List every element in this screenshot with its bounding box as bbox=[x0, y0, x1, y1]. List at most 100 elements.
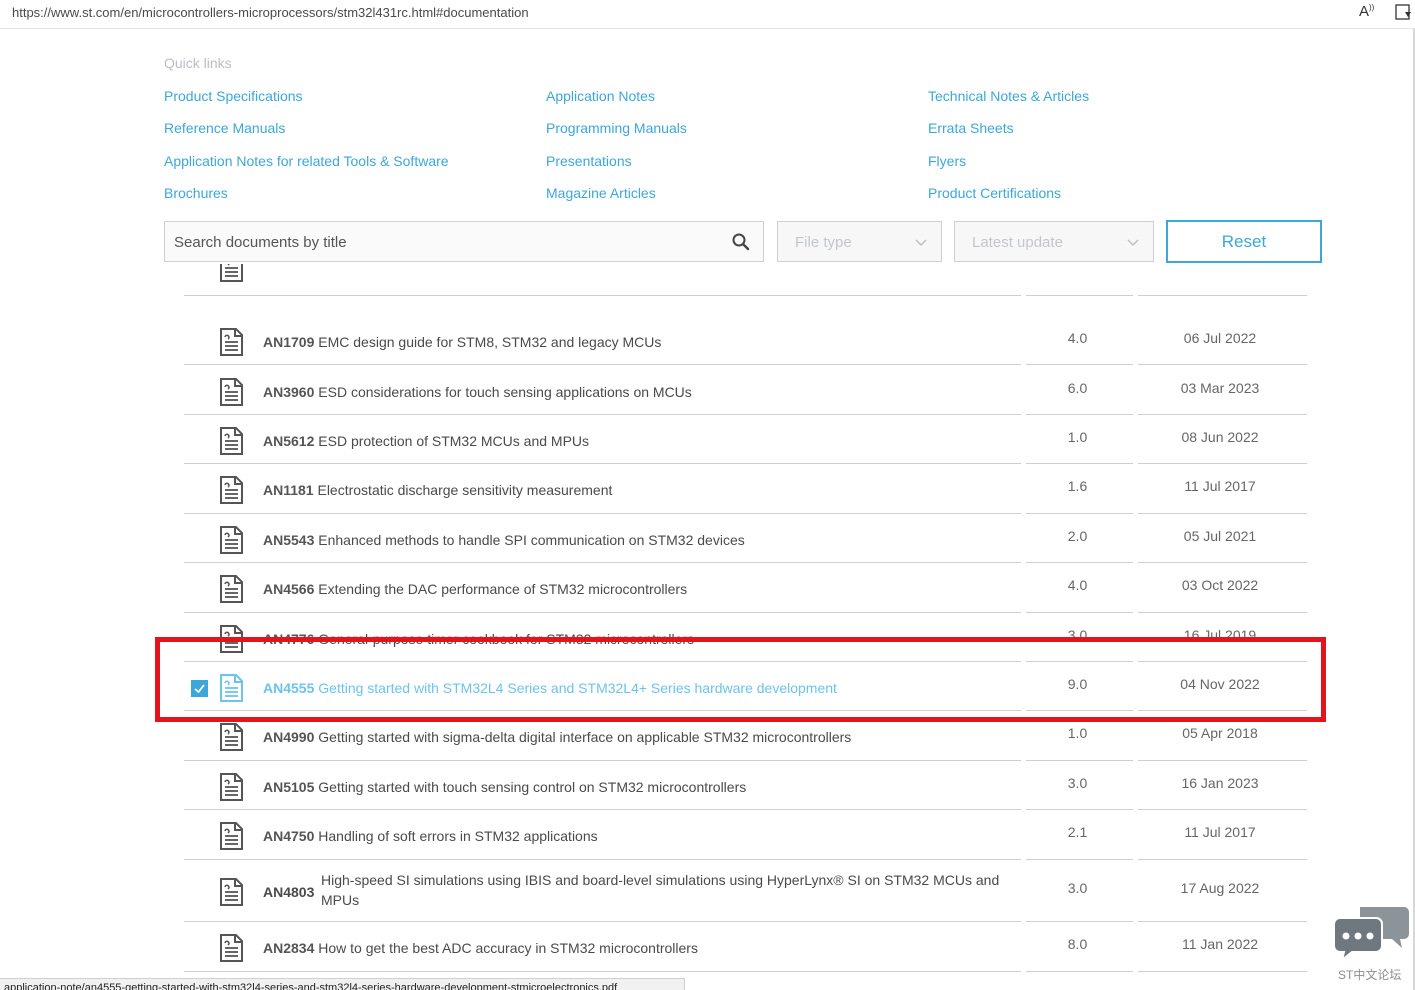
doc-date: 05 Jul 2021 bbox=[1183, 528, 1257, 544]
table-row[interactable]: AN4750 Handling of soft errors in STM32 … bbox=[0, 810, 1415, 860]
status-bar: application-note/an4555-getting-started-… bbox=[0, 978, 685, 990]
doc-title: Getting started with sigma-delta digital… bbox=[318, 729, 852, 745]
table-row[interactable]: AN5105 Getting started with touch sensin… bbox=[0, 761, 1415, 810]
read-aloud-icon[interactable]: A)) bbox=[1359, 3, 1374, 20]
doc-date: 17 Aug 2022 bbox=[1180, 880, 1260, 896]
file-type-label: File type bbox=[795, 234, 852, 251]
doc-date: 11 Jul 2017 bbox=[1184, 478, 1256, 494]
document-icon bbox=[219, 723, 244, 751]
doc-link[interactable]: AN5105 Getting started with touch sensin… bbox=[263, 777, 746, 797]
table-row[interactable] bbox=[0, 264, 1415, 296]
doc-link[interactable]: AN4990 Getting started with sigma-delta … bbox=[263, 727, 851, 747]
doc-code: AN4566 bbox=[263, 581, 315, 597]
doc-date: 11 Jul 2017 bbox=[1184, 824, 1256, 840]
doc-version: 2.1 bbox=[1067, 824, 1088, 840]
doc-link[interactable]: AN4750 Handling of soft errors in STM32 … bbox=[263, 826, 598, 846]
quick-link[interactable]: Product Specifications bbox=[164, 88, 303, 104]
quick-link[interactable]: Application Notes bbox=[546, 88, 655, 104]
doc-title: Electrostatic discharge sensitivity meas… bbox=[317, 482, 613, 498]
quick-link[interactable]: Presentations bbox=[546, 153, 632, 169]
document-icon bbox=[219, 878, 244, 906]
quick-link[interactable]: Flyers bbox=[928, 153, 966, 169]
file-type-dropdown[interactable]: File type bbox=[777, 221, 942, 262]
doc-link[interactable]: AN2834 How to get the best ADC accuracy … bbox=[263, 938, 698, 958]
document-icon bbox=[219, 476, 244, 504]
doc-code: AN3960 bbox=[263, 384, 315, 400]
quick-link[interactable]: Technical Notes & Articles bbox=[928, 88, 1089, 104]
highlight-box bbox=[155, 637, 1326, 722]
search-box[interactable] bbox=[164, 221, 764, 263]
table-row[interactable]: AN4566 Extending the DAC performance of … bbox=[0, 563, 1415, 613]
doc-link[interactable]: AN4566 Extending the DAC performance of … bbox=[263, 579, 687, 599]
chevron-down-icon bbox=[915, 239, 927, 246]
doc-title: EMC design guide for STM8, STM32 and leg… bbox=[318, 334, 662, 350]
latest-update-label: Latest update bbox=[972, 234, 1063, 251]
row-divider bbox=[1026, 364, 1133, 365]
forum-widget[interactable]: ST中文论坛 bbox=[1333, 904, 1410, 984]
doc-version: 3.0 bbox=[1067, 880, 1088, 896]
document-icon bbox=[219, 575, 244, 603]
doc-title: ESD considerations for touch sensing app… bbox=[318, 384, 692, 400]
doc-version: 4.0 bbox=[1067, 330, 1088, 346]
doc-title: Getting started with touch sensing contr… bbox=[318, 779, 747, 795]
doc-version: 4.0 bbox=[1067, 577, 1088, 593]
row-divider bbox=[184, 971, 1021, 972]
quick-link[interactable]: Magazine Articles bbox=[546, 185, 656, 201]
document-icon bbox=[219, 822, 244, 850]
table-row[interactable]: AN5612 ESD protection of STM32 MCUs and … bbox=[0, 415, 1415, 464]
doc-link[interactable]: AN1709 EMC design guide for STM8, STM32 … bbox=[263, 332, 661, 352]
latest-update-dropdown[interactable]: Latest update bbox=[954, 221, 1154, 262]
doc-code[interactable]: AN4803 bbox=[263, 882, 314, 902]
doc-date: 08 Jun 2022 bbox=[1181, 429, 1259, 445]
doc-date: 03 Mar 2023 bbox=[1180, 380, 1260, 396]
doc-version: 8.0 bbox=[1067, 936, 1088, 952]
doc-date: 03 Oct 2022 bbox=[1181, 577, 1259, 593]
doc-link[interactable]: AN5543 Enhanced methods to handle SPI co… bbox=[263, 530, 745, 550]
doc-code: AN1709 bbox=[263, 334, 315, 350]
doc-title: How to get the best ADC accuracy in STM3… bbox=[318, 940, 698, 956]
url-text[interactable]: https://www.st.com/en/microcontrollers-m… bbox=[12, 5, 529, 20]
doc-date: 11 Jan 2022 bbox=[1181, 936, 1259, 952]
doc-date: 05 Apr 2018 bbox=[1182, 725, 1258, 741]
table-row[interactable]: AN1181 Electrostatic discharge sensitivi… bbox=[0, 464, 1415, 514]
doc-title[interactable]: High-speed SI simulations using IBIS and… bbox=[321, 870, 1021, 910]
doc-code: AN2834 bbox=[263, 940, 315, 956]
document-icon bbox=[219, 526, 244, 554]
table-row[interactable]: AN3960 ESD considerations for touch sens… bbox=[0, 366, 1415, 415]
doc-date: 06 Jul 2022 bbox=[1183, 330, 1257, 346]
row-divider bbox=[1026, 971, 1133, 972]
doc-code: AN4750 bbox=[263, 828, 315, 844]
document-icon bbox=[219, 934, 244, 962]
quick-link[interactable]: Application Notes for related Tools & So… bbox=[164, 153, 449, 169]
doc-link[interactable]: AN3960 ESD considerations for touch sens… bbox=[263, 382, 692, 402]
document-icon bbox=[219, 378, 244, 406]
doc-code: AN1181 bbox=[263, 482, 314, 498]
doc-link[interactable]: AN1181 Electrostatic discharge sensitivi… bbox=[263, 480, 612, 500]
doc-link[interactable]: AN5612 ESD protection of STM32 MCUs and … bbox=[263, 431, 589, 451]
doc-version: 1.6 bbox=[1067, 478, 1088, 494]
table-row[interactable]: AN5543 Enhanced methods to handle SPI co… bbox=[0, 514, 1415, 563]
search-input[interactable] bbox=[165, 222, 716, 263]
search-icon[interactable] bbox=[731, 232, 751, 252]
doc-title: Extending the DAC performance of STM32 m… bbox=[318, 581, 688, 597]
table-row[interactable]: AN1709 EMC design guide for STM8, STM32 … bbox=[0, 316, 1415, 365]
quick-link[interactable]: Reference Manuals bbox=[164, 120, 285, 136]
reset-button[interactable]: Reset bbox=[1166, 220, 1322, 263]
table-row[interactable]: AN2834 How to get the best ADC accuracy … bbox=[0, 922, 1415, 972]
doc-version: 3.0 bbox=[1067, 775, 1088, 791]
quick-link[interactable]: Brochures bbox=[164, 185, 228, 201]
row-divider bbox=[1138, 971, 1307, 972]
row-divider bbox=[1138, 364, 1307, 365]
quick-links-title: Quick links bbox=[164, 55, 232, 71]
quick-link[interactable]: Programming Manuals bbox=[546, 120, 687, 136]
reader-view-icon[interactable] bbox=[1394, 3, 1412, 25]
quick-link[interactable]: Product Certifications bbox=[928, 185, 1061, 201]
row-divider bbox=[184, 364, 1021, 365]
document-icon bbox=[219, 264, 244, 282]
table-row[interactable]: AN4803 High-speed SI simulations using IB… bbox=[0, 860, 1415, 922]
doc-version: 1.0 bbox=[1067, 429, 1088, 445]
document-icon bbox=[219, 328, 244, 356]
quick-link[interactable]: Errata Sheets bbox=[928, 120, 1014, 136]
address-bar[interactable]: https://www.st.com/en/microcontrollers-m… bbox=[0, 0, 1415, 29]
row-divider bbox=[184, 295, 1021, 296]
